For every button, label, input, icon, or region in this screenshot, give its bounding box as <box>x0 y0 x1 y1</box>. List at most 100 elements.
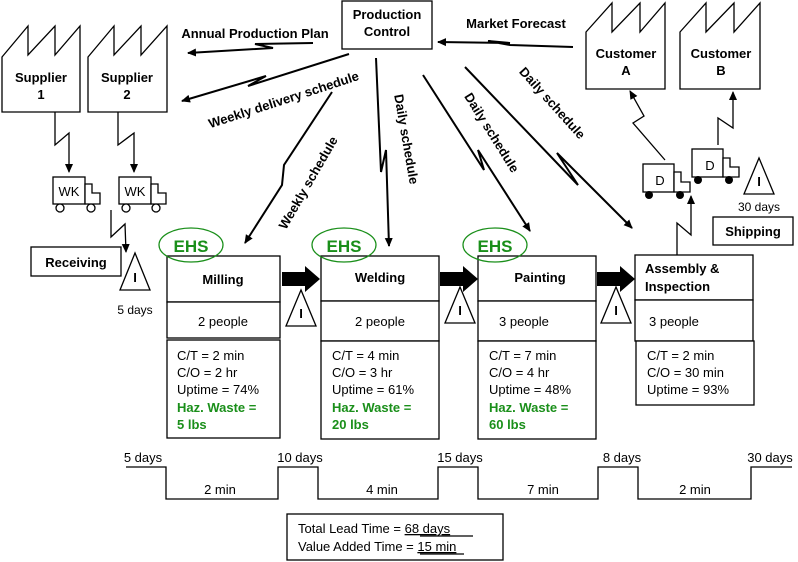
customer-b-truck-icon: D <box>691 148 740 184</box>
receiving-inventory-icon: I <box>119 251 151 291</box>
timeline-wait-4: 30 days <box>747 450 793 465</box>
lead-time-label: Total Lead Time = <box>298 521 405 536</box>
timeline-wait-3: 8 days <box>603 450 642 465</box>
market-forecast-flow: Market Forecast <box>437 16 574 48</box>
customer-a-factory[interactable]: Customer A <box>585 1 666 90</box>
supplier-2-truck-icon: WK <box>118 176 167 213</box>
timeline-wait-1: 10 days <box>277 450 323 465</box>
production-control-line1: Production <box>353 7 422 22</box>
daily-painting-flow: Daily schedule <box>422 74 531 232</box>
assembly-name-line1: Assembly & <box>645 261 719 276</box>
painting-name: Painting <box>514 270 565 285</box>
inventory-icon-milling-welding: I <box>285 288 317 327</box>
receiving-inventory-symbol: I <box>133 270 137 285</box>
shipping-inventory-icon: I <box>743 156 775 195</box>
svg-text:Value Added Time = 15 min: Value Added Time = 15 min <box>298 539 456 554</box>
svg-text:EHS: EHS <box>174 237 209 256</box>
welding-co: C/O = 3 hr <box>332 365 393 380</box>
daily-assembly-label: Daily schedule <box>516 64 588 142</box>
supplier-2-factory[interactable]: Supplier 2 <box>87 24 168 113</box>
supplier-1-truck-label: WK <box>59 184 80 199</box>
value-stream-map: Production Control Supplier 1 Supplier 2… <box>1 0 794 561</box>
timeline-process-1: 4 min <box>366 482 398 497</box>
welding-waste-label: Haz. Waste = <box>332 400 412 415</box>
weekly-delivery-flow: Weekly delivery schedule <box>181 53 361 131</box>
process-painting[interactable]: Painting 3 people C/T = 7 min C/O = 4 hr… <box>477 255 597 440</box>
inventory-icon-welding-painting: I <box>444 285 476 324</box>
milling-ct: C/T = 2 min <box>177 348 244 363</box>
welding-waste-value: 20 lbs <box>332 417 369 432</box>
svg-text:Total Lead Time = 68 days: Total Lead Time = 68 days <box>298 521 451 536</box>
inventory-icon-painting-assembly: I <box>600 285 632 324</box>
svg-text:EHS: EHS <box>327 237 362 256</box>
production-control-line2: Control <box>364 24 410 39</box>
svg-text:I: I <box>299 306 303 321</box>
lead-time-value: 68 days <box>405 521 451 536</box>
daily-welding-label: Daily schedule <box>391 93 422 185</box>
painting-uptime: Uptime = 48% <box>489 382 571 397</box>
customer-b-factory[interactable]: Customer B <box>679 1 761 90</box>
painting-co: C/O = 4 hr <box>489 365 550 380</box>
shipping-label: Shipping <box>725 224 781 239</box>
process-welding[interactable]: Welding 2 people C/T = 4 min C/O = 3 hr … <box>320 255 440 440</box>
timeline-process-3: 2 min <box>679 482 711 497</box>
timeline-wait-0: 5 days <box>124 450 163 465</box>
shipping-box[interactable]: Shipping <box>712 216 794 246</box>
annual-plan-label: Annual Production Plan <box>181 26 328 41</box>
supplier-2-line2: 2 <box>123 87 130 102</box>
milling-co: C/O = 2 hr <box>177 365 238 380</box>
receiving-label: Receiving <box>45 255 106 270</box>
painting-people: 3 people <box>499 314 549 329</box>
svg-text:I: I <box>458 303 462 318</box>
welding-people: 2 people <box>355 314 405 329</box>
supplier-2-link <box>117 112 138 173</box>
value-added-value: 15 min <box>417 539 456 554</box>
customer-b-link <box>717 91 737 145</box>
receiving-box[interactable]: Receiving <box>30 246 122 277</box>
assembly-people: 3 people <box>649 314 699 329</box>
receiving-inventory-days: 5 days <box>117 303 152 317</box>
supplier-1-line2: 1 <box>37 87 44 102</box>
lead-time-summary: Total Lead Time = 68 days Value Added Ti… <box>286 513 504 561</box>
process-milling[interactable]: Milling 2 people C/T = 2 min C/O = 2 hr … <box>166 255 281 439</box>
svg-text:EHS: EHS <box>478 237 513 256</box>
customer-a-line1: Customer <box>596 46 657 61</box>
welding-name: Welding <box>355 270 405 285</box>
daily-painting-label: Daily schedule <box>461 90 522 175</box>
customer-a-truck-icon: D <box>642 163 691 199</box>
supplier-2-line1: Supplier <box>101 70 153 85</box>
customer-b-line2: B <box>716 63 725 78</box>
customer-b-line1: Customer <box>691 46 752 61</box>
value-added-label: Value Added Time = <box>298 539 417 554</box>
customer-a-link <box>629 90 666 161</box>
milling-waste-label: Haz. Waste = <box>177 400 257 415</box>
welding-ct: C/T = 4 min <box>332 348 399 363</box>
painting-waste-label: Haz. Waste = <box>489 400 569 415</box>
assembly-uptime: Uptime = 93% <box>647 382 729 397</box>
supplier-1-factory[interactable]: Supplier 1 <box>1 24 81 113</box>
assembly-ct: C/T = 2 min <box>647 348 714 363</box>
welding-uptime: Uptime = 61% <box>332 382 414 397</box>
production-control-box[interactable]: Production Control <box>341 0 433 50</box>
milling-uptime: Uptime = 74% <box>177 382 259 397</box>
customer-a-truck-label: D <box>655 173 664 188</box>
timeline-wait-2: 15 days <box>437 450 483 465</box>
supplier-1-link <box>54 112 73 173</box>
assembly-shipping-link <box>676 195 695 255</box>
shipping-inventory-days: 30 days <box>738 200 780 214</box>
receiving-link <box>110 210 130 253</box>
weekly-delivery-label: Weekly delivery schedule <box>206 68 360 131</box>
customer-a-line2: A <box>621 63 631 78</box>
painting-ct: C/T = 7 min <box>489 348 556 363</box>
supplier-1-line1: Supplier <box>15 70 67 85</box>
supplier-1-truck-icon: WK <box>52 176 101 213</box>
daily-welding-flow: Daily schedule <box>375 57 422 247</box>
process-assembly-inspection[interactable]: Assembly & Inspection 3 people C/T = 2 m… <box>634 254 755 406</box>
market-forecast-label: Market Forecast <box>466 16 566 31</box>
shipping-inventory-symbol: I <box>757 174 761 189</box>
assembly-co: C/O = 30 min <box>647 365 724 380</box>
supplier-2-truck-label: WK <box>125 184 146 199</box>
svg-text:I: I <box>614 303 618 318</box>
annual-plan-flow: Annual Production Plan <box>181 26 329 57</box>
milling-people: 2 people <box>198 314 248 329</box>
